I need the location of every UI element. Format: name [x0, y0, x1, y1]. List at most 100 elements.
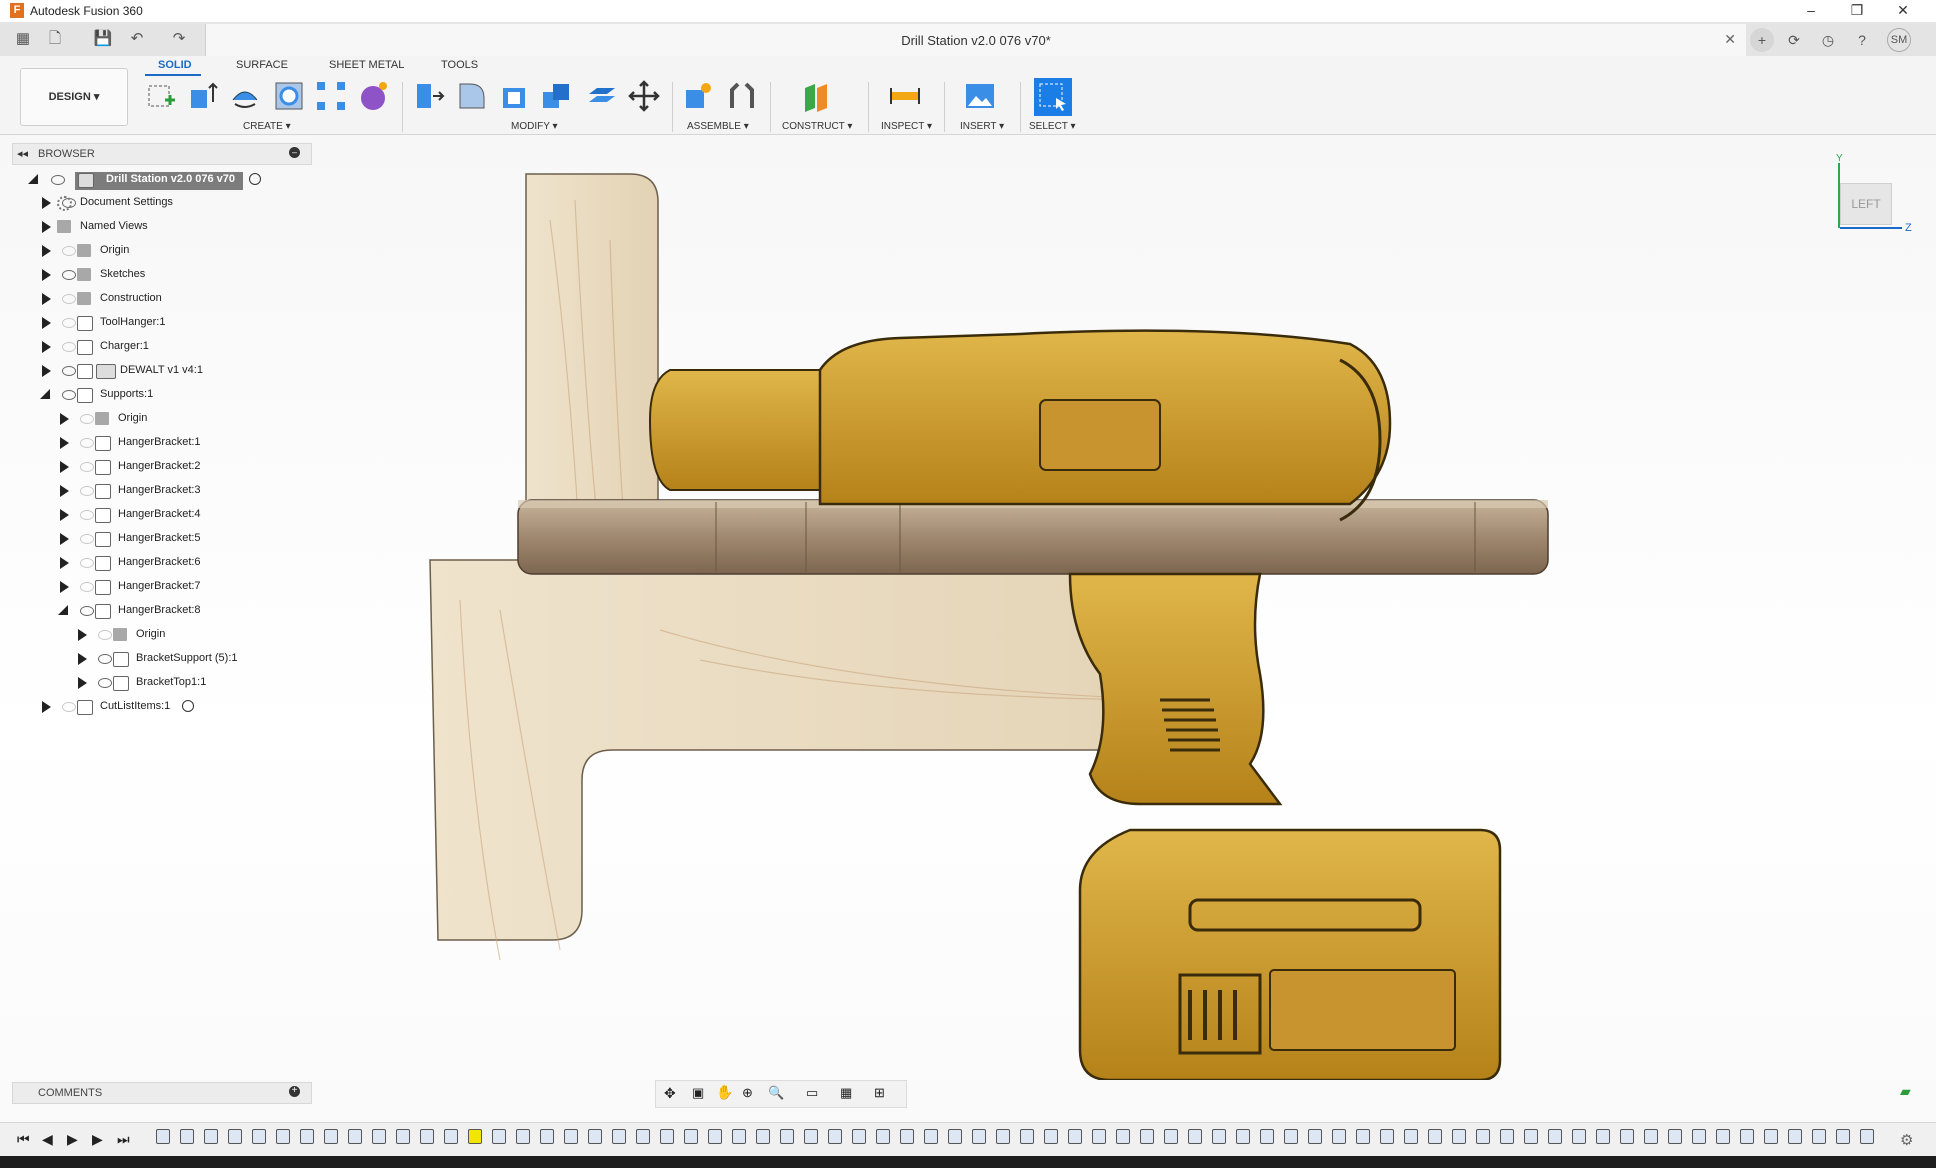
assemble-menu[interactable]: ASSEMBLE ▾ [687, 121, 749, 132]
create-form-icon[interactable] [357, 80, 389, 112]
insert-menu[interactable]: INSERT ▾ [960, 121, 1004, 132]
timeline-feature-icon[interactable] [1764, 1129, 1778, 1144]
expand-arrow-icon[interactable] [60, 413, 69, 425]
timeline-next-icon[interactable]: ▶ [92, 1131, 103, 1148]
expand-arrow-icon[interactable] [60, 581, 69, 593]
tree-item[interactable]: Named Views [0, 217, 320, 239]
measure-icon[interactable] [889, 80, 921, 112]
inspect-menu[interactable]: INSPECT ▾ [881, 121, 932, 132]
timeline-feature-icon[interactable] [1452, 1129, 1466, 1144]
timeline-feature-icon[interactable] [1332, 1129, 1346, 1144]
timeline-feature-icon[interactable] [1356, 1129, 1370, 1144]
timeline-feature-icon[interactable] [924, 1129, 938, 1144]
joint-icon[interactable] [726, 80, 758, 112]
tree-item[interactable]: BracketSupport (5):1 [0, 649, 320, 671]
tree-item[interactable]: HangerBracket:6 [0, 553, 320, 575]
timeline-feature-icon[interactable] [1812, 1129, 1826, 1144]
tree-item[interactable]: HangerBracket:3 [0, 481, 320, 503]
timeline-feature-icon[interactable] [324, 1129, 338, 1144]
timeline-feature-icon[interactable] [1500, 1129, 1514, 1144]
file-menu-icon[interactable]: 🗋 [44, 29, 66, 49]
timeline-feature-icon[interactable] [1212, 1129, 1226, 1144]
collapse-browser-icon[interactable]: ◂◂ [17, 147, 28, 160]
orbit-icon[interactable]: ✥ [664, 1085, 676, 1102]
timeline-feature-icon[interactable] [1020, 1129, 1034, 1144]
visibility-eye-icon[interactable] [62, 246, 76, 256]
comments-panel-header[interactable]: COMMENTS + [12, 1082, 312, 1104]
timeline-feature-icon[interactable] [1692, 1129, 1706, 1144]
timeline-feature-icon[interactable] [972, 1129, 986, 1144]
visibility-eye-icon[interactable] [62, 702, 76, 712]
offset-plane-icon[interactable] [801, 80, 833, 112]
visibility-eye-icon[interactable] [80, 486, 94, 496]
timeline-settings-gear-icon[interactable]: ⚙ [1900, 1131, 1913, 1149]
timeline-feature-icon[interactable] [1668, 1129, 1682, 1144]
timeline-feature-icon[interactable] [1188, 1129, 1202, 1144]
visibility-eye-icon[interactable] [62, 318, 76, 328]
timeline-feature-icon[interactable] [1068, 1129, 1082, 1144]
timeline-feature-icon[interactable] [612, 1129, 626, 1144]
tree-item[interactable]: HangerBracket:5 [0, 529, 320, 551]
tab-tools[interactable]: TOOLS [441, 59, 478, 71]
timeline-feature-icon[interactable] [492, 1129, 506, 1144]
visibility-eye-icon[interactable] [62, 366, 76, 376]
timeline-feature-icon[interactable] [1740, 1129, 1754, 1144]
close-window-button[interactable]: ✕ [1880, 0, 1926, 22]
visibility-eye-icon[interactable] [80, 462, 94, 472]
tab-sheet-metal[interactable]: SHEET METAL [329, 59, 404, 71]
viewports-icon[interactable]: ⊞ [874, 1085, 885, 1101]
tree-item[interactable]: CutListItems:1 [0, 697, 320, 719]
expand-arrow-icon[interactable] [78, 677, 87, 689]
tree-item[interactable]: Charger:1 [0, 337, 320, 359]
timeline-feature-icon[interactable] [876, 1129, 890, 1144]
timeline-feature-icon[interactable] [1524, 1129, 1538, 1144]
timeline-feature-icon[interactable] [252, 1129, 266, 1144]
timeline-feature-icon[interactable] [1716, 1129, 1730, 1144]
visibility-eye-icon[interactable] [98, 654, 112, 664]
timeline-feature-icon[interactable] [660, 1129, 674, 1144]
pattern-icon[interactable] [315, 80, 347, 112]
tree-item[interactable]: HangerBracket:8 [0, 601, 320, 623]
timeline-feature-icon[interactable] [276, 1129, 290, 1144]
document-tab[interactable]: Drill Station v2.0 076 v70* ✕ [205, 24, 1746, 56]
create-sketch-icon[interactable] [145, 80, 177, 112]
timeline-feature-icon[interactable] [1404, 1129, 1418, 1144]
collapse-arrow-icon[interactable] [40, 389, 50, 399]
timeline-feature-icon[interactable] [1476, 1129, 1490, 1144]
expand-arrow-icon[interactable] [60, 485, 69, 497]
timeline-feature-icon[interactable] [180, 1129, 194, 1144]
combine-icon[interactable] [541, 80, 573, 112]
close-tab-icon[interactable]: ✕ [1724, 31, 1736, 48]
visibility-eye-icon[interactable] [62, 342, 76, 352]
help-icon[interactable]: ? [1850, 28, 1874, 52]
timeline-feature-icon[interactable] [1428, 1129, 1442, 1144]
workspace-switcher[interactable]: DESIGN ▾ [20, 68, 128, 126]
timeline-feature-icon[interactable] [516, 1129, 530, 1144]
tree-item[interactable]: ToolHanger:1 [0, 313, 320, 335]
extensions-icon[interactable]: ⟳ [1782, 28, 1806, 52]
tree-item[interactable]: HangerBracket:1 [0, 433, 320, 455]
timeline-feature-icon[interactable] [1260, 1129, 1274, 1144]
timeline-feature-icon[interactable] [1548, 1129, 1562, 1144]
fillet-icon[interactable] [456, 80, 488, 112]
tree-item[interactable]: Supports:1 [0, 385, 320, 407]
expand-arrow-icon[interactable] [60, 437, 69, 449]
job-status-icon[interactable]: ◷ [1816, 28, 1840, 52]
browser-options-icon[interactable]: – [289, 147, 300, 158]
timeline-feature-icon[interactable] [1164, 1129, 1178, 1144]
look-at-icon[interactable]: ▣ [692, 1085, 704, 1101]
timeline-feature-icon[interactable] [1236, 1129, 1250, 1144]
collapse-arrow-icon[interactable] [28, 174, 38, 184]
expand-arrow-icon[interactable] [42, 269, 51, 281]
pan-hand-icon[interactable]: ✋ [716, 1084, 733, 1101]
tree-item[interactable]: Origin [0, 409, 320, 431]
timeline-feature-icon[interactable] [1380, 1129, 1394, 1144]
new-component-icon[interactable] [682, 80, 714, 112]
visibility-eye-icon[interactable] [80, 582, 94, 592]
tree-item[interactable]: Origin [0, 241, 320, 263]
hole-icon[interactable] [273, 80, 305, 112]
press-pull-icon[interactable] [413, 80, 445, 112]
timeline-feature-icon[interactable] [1620, 1129, 1634, 1144]
offset-face-icon[interactable] [585, 80, 617, 112]
timeline-feature-icon[interactable] [756, 1129, 770, 1144]
